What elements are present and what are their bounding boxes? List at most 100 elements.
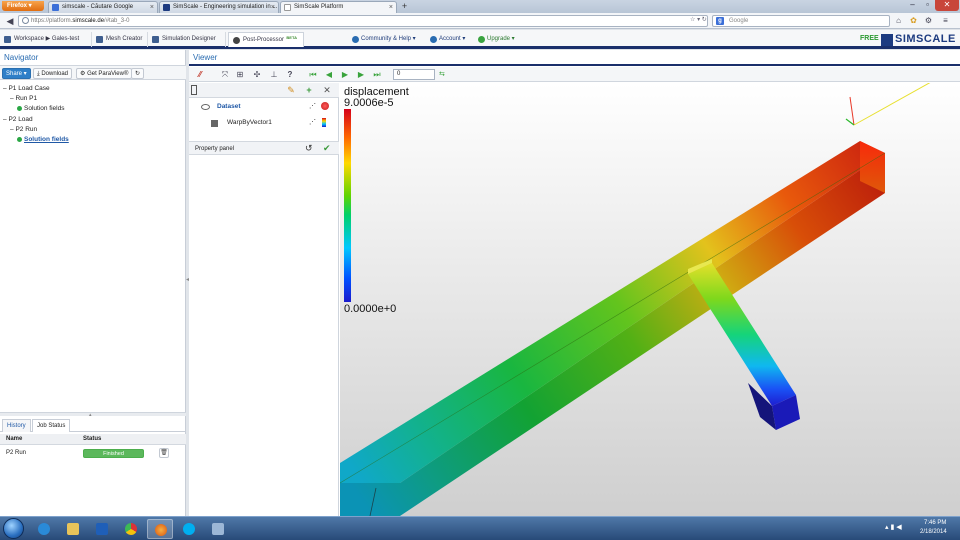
taskbar-skype[interactable] [176, 519, 202, 539]
taskbar-media-player[interactable] [89, 519, 115, 539]
expand-icon[interactable]: – [10, 126, 14, 133]
taskbar-firefox[interactable] [147, 519, 173, 539]
add-filter-icon[interactable]: + [303, 85, 315, 96]
legend-max-label: 9.0006e-5 [344, 97, 394, 109]
edit-icon[interactable]: ✎ [285, 85, 297, 96]
bookmark-star-icon[interactable]: ☆ [690, 17, 695, 23]
download-button[interactable]: ⤓ Download [33, 68, 73, 79]
taskbar-file-explorer[interactable] [60, 519, 86, 539]
play-icon[interactable]: ▶ [339, 69, 351, 80]
reset-camera-icon[interactable]: ⤧ [219, 69, 231, 80]
filter-icon[interactable] [211, 120, 218, 127]
upgrade-icon [478, 36, 485, 43]
gear-icon[interactable]: ⚙ [923, 16, 934, 26]
last-frame-icon[interactable]: ⏭ [371, 69, 383, 80]
show-hidden-icon[interactable]: ▴ [885, 524, 889, 531]
expand-icon[interactable]: – [10, 95, 14, 102]
column-status: Status [83, 436, 102, 442]
colormap-icon[interactable] [322, 118, 326, 127]
help-icon[interactable]: ? [284, 69, 296, 80]
table-row[interactable]: P2 Run Finished 🗑 [0, 446, 186, 460]
dropdown-arrow-icon[interactable]: ▾ [697, 17, 700, 23]
previous-frame-icon[interactable]: ◀ [323, 69, 335, 80]
start-button[interactable] [3, 518, 24, 539]
simscale-logo[interactable]: SIMSCALE [881, 33, 959, 46]
share-button[interactable]: Share ▾ [2, 68, 31, 79]
tab-job-status[interactable]: Job Status [32, 419, 71, 432]
menu-account[interactable]: Account ▾ [428, 32, 465, 47]
browser-tab-google[interactable]: simscale - Căutare Google × [48, 1, 158, 13]
tab-simulation-designer[interactable]: Simulation Designer [148, 32, 226, 47]
expand-icon[interactable]: – [3, 116, 7, 123]
representation-icon[interactable]: ⋰ [309, 102, 316, 110]
extension-icon[interactable]: ✿ [908, 16, 919, 26]
close-icon[interactable]: × [150, 2, 154, 13]
reset-icon[interactable]: ↺ [305, 143, 313, 154]
tree-item-run-p1[interactable]: – Run P1 [10, 95, 37, 102]
minimize-window-button[interactable]: – [905, 0, 920, 11]
tab-mesh-creator[interactable]: Mesh Creator [92, 32, 148, 47]
tree-item-solution-fields-p2[interactable]: Solution fields [17, 136, 69, 143]
navigator-horizontal-splitter[interactable] [0, 412, 186, 416]
menu-community-help[interactable]: Community & Help ▾ [350, 32, 416, 47]
navigator-toolbar: Share ▾ ⤓ Download ⚙ Get ParaView® ↻ [0, 65, 186, 80]
render-view[interactable]: displacement 9.0006e-5 0.0000e+0 [340, 83, 960, 516]
reload-icon[interactable]: ↻ [702, 17, 707, 23]
system-tray[interactable]: ▴ ▮ ◀ [885, 523, 902, 531]
loop-icon[interactable]: ⇆ [439, 69, 451, 80]
representation-icon[interactable]: ⋰ [309, 118, 316, 126]
expand-icon[interactable]: – [3, 85, 7, 92]
taskbar-window[interactable] [205, 519, 231, 539]
browser-tab-simscale-site[interactable]: SimScale - Engineering simulation in ...… [159, 1, 279, 13]
firefox-icon [155, 524, 167, 536]
frame-input[interactable]: 0 [393, 69, 435, 80]
close-icon[interactable]: × [389, 2, 393, 13]
taskbar-internet-explorer[interactable] [31, 519, 57, 539]
browser-tab-simscale-platform[interactable]: SimScale Platform × [280, 1, 397, 13]
firefox-menu-button[interactable]: Firefox ▾ [2, 1, 44, 11]
home-icon[interactable]: ⌂ [893, 16, 904, 26]
search-engine-icon[interactable]: g [716, 17, 724, 25]
volume-icon[interactable]: ◀ [896, 524, 901, 531]
eye-icon[interactable] [201, 104, 210, 110]
refresh-button[interactable]: ↻ [131, 68, 145, 79]
delete-filter-icon[interactable]: ✕ [321, 85, 333, 96]
tree-item-p1-load-case[interactable]: – P1 Load Case [3, 85, 50, 92]
maximize-window-button[interactable]: ▫ [920, 0, 935, 11]
pipeline-view-icon[interactable] [191, 85, 197, 95]
search-input[interactable]: g Google [712, 15, 890, 27]
menu-icon[interactable]: ≡ [940, 16, 951, 26]
download-icon: ⤓ [37, 71, 40, 77]
site-identity-icon[interactable] [22, 17, 29, 24]
url-bar[interactable]: https://platform.simscale.de/#tab_3-0 [18, 15, 708, 27]
taskbar-chrome[interactable] [118, 519, 144, 539]
close-icon[interactable]: × [271, 2, 275, 13]
axes-icon[interactable]: ⊥ [268, 69, 280, 80]
menu-upgrade[interactable]: Upgrade ▾ [476, 32, 515, 47]
tab-post-processor[interactable]: Post-Processor BETA [228, 32, 304, 47]
tree-item-p2-load[interactable]: – P2 Load [3, 116, 33, 123]
next-frame-icon[interactable]: ▶ [355, 69, 367, 80]
trash-icon[interactable]: 🗑 [159, 448, 169, 458]
clock-time[interactable]: 7:46 PM [924, 520, 946, 526]
rotate-icon[interactable]: ✣ [251, 69, 263, 80]
simscale-favicon-icon [163, 4, 170, 11]
first-frame-icon[interactable]: ⏮ [307, 69, 319, 80]
tree-item-p2-run[interactable]: – P2 Run [10, 126, 37, 133]
tab-workspace[interactable]: Workspace ▶ Gales-test [0, 32, 92, 47]
tree-item-solution-fields-p1[interactable]: Solution fields [17, 105, 64, 112]
zoom-to-data-icon[interactable]: ⊞ [234, 69, 246, 80]
apply-checkmark-icon[interactable]: ✔ [323, 143, 331, 154]
color-by-icon[interactable] [321, 102, 329, 110]
close-window-button[interactable]: ✕ [935, 0, 959, 11]
new-tab-button[interactable]: + [399, 1, 410, 12]
paraview-logo-icon[interactable]: ⁄⁄ [194, 69, 206, 80]
workspace-icon [4, 36, 11, 43]
axis-y-line [853, 83, 931, 126]
network-icon[interactable]: ▮ [890, 524, 894, 531]
property-panel-header[interactable]: Property panel ↺ ✔ [189, 141, 339, 155]
get-paraview-button[interactable]: ⚙ Get ParaView® [76, 68, 133, 79]
back-arrow-icon[interactable]: ◀ [4, 16, 16, 27]
clock-date[interactable]: 2/18/2014 [920, 529, 947, 535]
tab-history[interactable]: History [2, 419, 31, 432]
